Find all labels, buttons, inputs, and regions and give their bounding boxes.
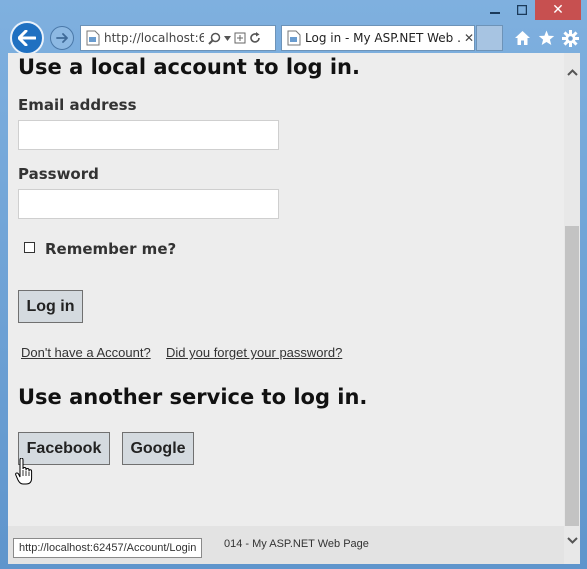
close-button[interactable]: ✕ bbox=[535, 0, 581, 20]
scroll-down-button[interactable] bbox=[564, 531, 580, 549]
settings-gear-icon bbox=[561, 29, 579, 47]
tab-active[interactable]: Log in - My ASP.NET Web ... ✕ bbox=[281, 25, 475, 51]
footer-text: 014 - My ASP.NET Web Page bbox=[224, 538, 369, 550]
scroll-up-button[interactable] bbox=[564, 63, 580, 81]
close-icon: ✕ bbox=[552, 2, 564, 18]
back-arrow-icon bbox=[18, 30, 36, 46]
password-field[interactable] bbox=[18, 189, 279, 219]
address-tools bbox=[208, 32, 261, 45]
minimize-icon bbox=[490, 12, 500, 14]
login-button[interactable]: Log in bbox=[18, 290, 83, 323]
address-bar[interactable]: http://localhost:62457 bbox=[80, 25, 276, 51]
maximize-button[interactable] bbox=[509, 0, 535, 20]
email-label: Email address bbox=[18, 96, 137, 114]
register-link[interactable]: Don't have a Account? bbox=[21, 345, 151, 360]
vertical-scrollbar[interactable] bbox=[564, 53, 580, 564]
search-icon[interactable] bbox=[208, 32, 221, 45]
tab-close-icon[interactable]: ✕ bbox=[464, 31, 474, 45]
tab-title: Log in - My ASP.NET Web ... bbox=[305, 31, 460, 45]
maximize-icon bbox=[517, 5, 527, 15]
forgot-password-link[interactable]: Did you forget your password? bbox=[166, 345, 342, 360]
favorites-star-icon bbox=[538, 30, 554, 45]
chevron-down-icon bbox=[566, 536, 578, 544]
page-icon bbox=[287, 30, 301, 46]
scroll-thumb[interactable] bbox=[565, 226, 579, 526]
status-bar-url: http://localhost:62457/Account/Login bbox=[13, 538, 203, 558]
settings-button[interactable] bbox=[560, 28, 580, 48]
favorites-button[interactable] bbox=[536, 28, 556, 48]
forward-button[interactable] bbox=[50, 26, 74, 50]
page-viewport: Use a local account to log in. Email add… bbox=[8, 53, 564, 564]
google-login-button[interactable]: Google bbox=[122, 432, 194, 465]
home-icon bbox=[514, 31, 530, 45]
external-login-heading: Use another service to log in. bbox=[18, 385, 368, 409]
chevron-up-icon bbox=[566, 68, 578, 76]
forward-arrow-icon bbox=[56, 33, 68, 43]
address-url[interactable]: http://localhost:62457 bbox=[104, 31, 204, 45]
new-tab-button[interactable] bbox=[476, 25, 503, 51]
remember-me-checkbox[interactable] bbox=[24, 242, 35, 253]
page-icon bbox=[86, 30, 100, 46]
email-field[interactable] bbox=[18, 120, 279, 150]
minimize-button[interactable] bbox=[481, 0, 509, 20]
dropdown-icon[interactable] bbox=[224, 35, 231, 41]
browser-window: ✕ http://localhost:62457 Log in - My ASP… bbox=[0, 0, 587, 569]
remember-me-label[interactable]: Remember me? bbox=[45, 240, 176, 258]
refresh-icon[interactable] bbox=[249, 32, 261, 44]
compatibility-icon[interactable] bbox=[234, 32, 246, 44]
back-button[interactable] bbox=[10, 21, 44, 55]
home-button[interactable] bbox=[512, 28, 532, 48]
hand-cursor-icon bbox=[15, 458, 33, 485]
local-login-heading: Use a local account to log in. bbox=[18, 55, 360, 79]
password-label: Password bbox=[18, 165, 99, 183]
